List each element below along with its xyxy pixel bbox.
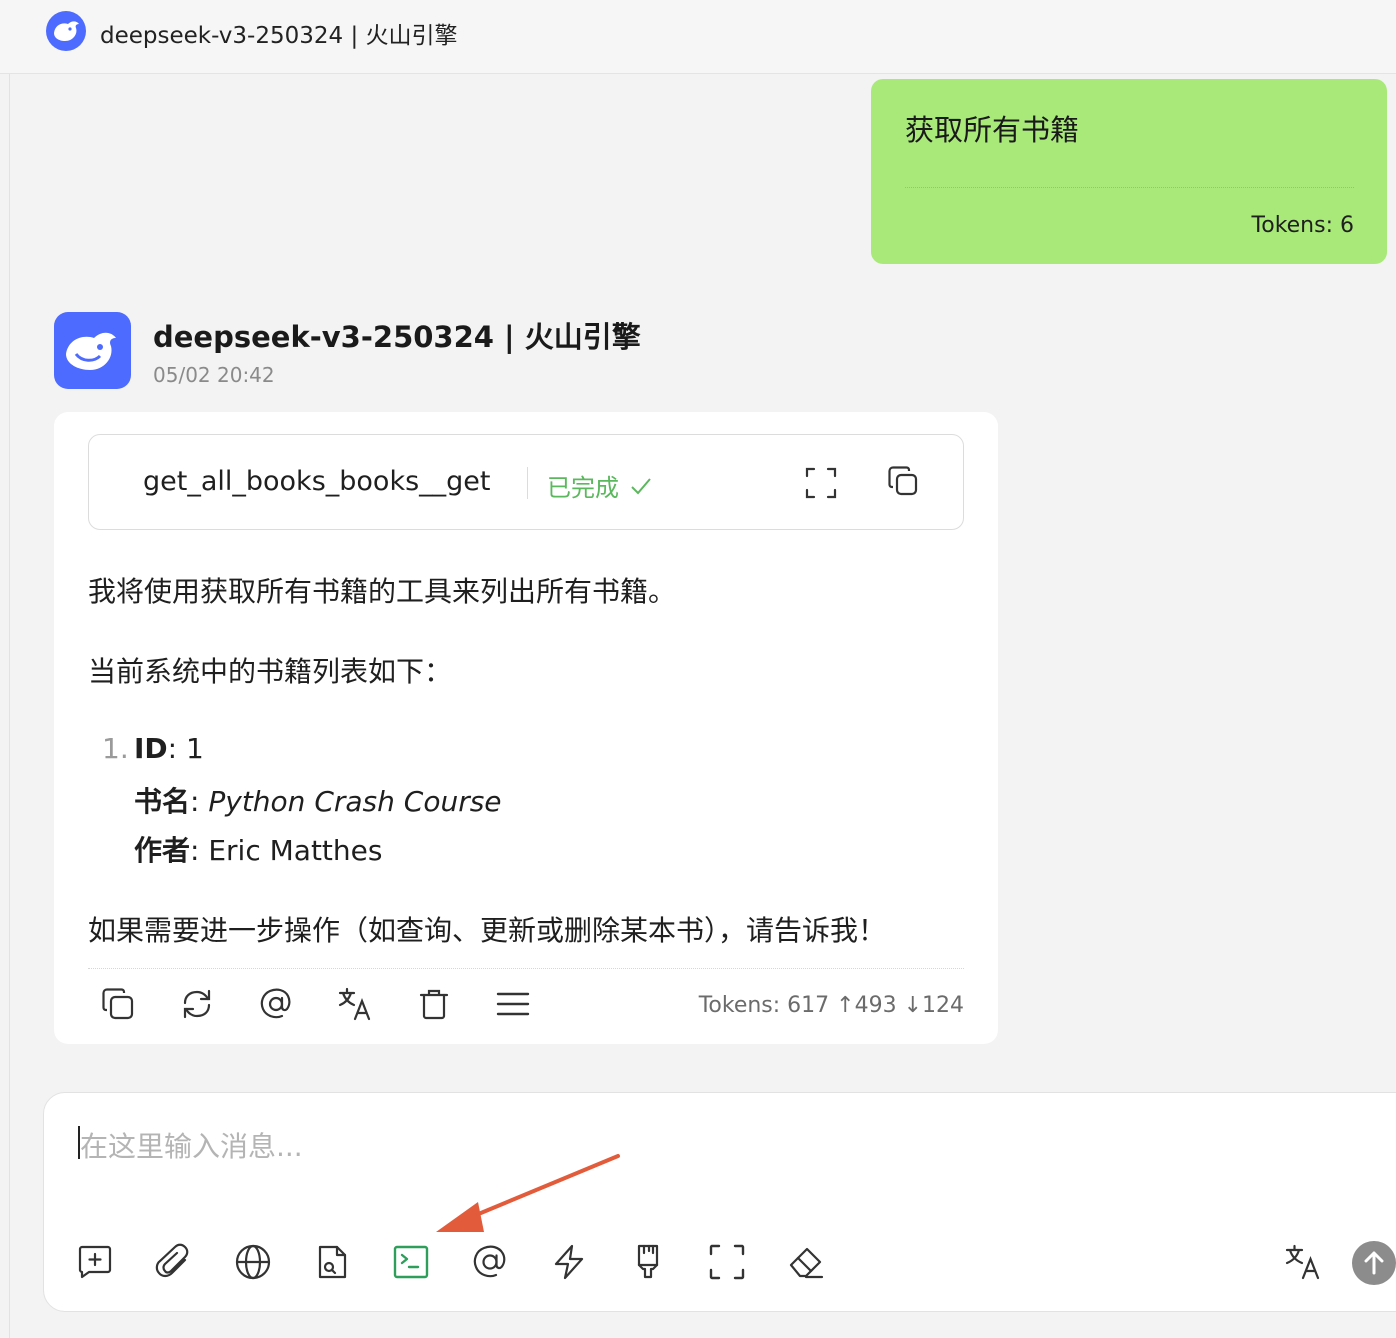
tool-call-name: get_all_books_books__get bbox=[143, 466, 491, 497]
message-footer-divider bbox=[88, 968, 964, 969]
copy-icon[interactable] bbox=[887, 465, 919, 497]
send-button[interactable] bbox=[1352, 1241, 1396, 1285]
tool-call-status-label: 已完成 bbox=[547, 474, 619, 502]
web-search-icon[interactable] bbox=[234, 1243, 272, 1281]
attachment-icon[interactable] bbox=[155, 1243, 193, 1281]
tool-call-block[interactable]: get_all_books_books__get 已完成 bbox=[88, 434, 964, 530]
expand-icon[interactable] bbox=[708, 1243, 746, 1281]
tool-call-divider bbox=[527, 467, 528, 499]
expand-icon[interactable] bbox=[805, 467, 837, 499]
tool-call-status: 已完成 bbox=[547, 468, 653, 503]
book-author-value: : Eric Matthes bbox=[190, 834, 383, 867]
user-message-bubble: 获取所有书籍 Tokens: 6 bbox=[871, 79, 1387, 264]
menu-icon[interactable] bbox=[495, 986, 531, 1022]
eraser-icon[interactable] bbox=[787, 1243, 825, 1281]
regenerate-icon[interactable] bbox=[179, 986, 215, 1022]
assistant-avatar[interactable] bbox=[54, 312, 131, 389]
book-title-line: 书名: Python Crash Course bbox=[134, 785, 502, 818]
arrow-up-icon bbox=[1364, 1251, 1384, 1275]
book-author-line: 作者: Eric Matthes bbox=[134, 829, 382, 869]
copy-icon[interactable] bbox=[100, 986, 136, 1022]
deepseek-logo-icon bbox=[46, 11, 86, 51]
mention-icon[interactable] bbox=[258, 986, 294, 1022]
delete-icon[interactable] bbox=[416, 986, 452, 1022]
book-id-value: : 1 bbox=[167, 732, 204, 765]
assistant-message-card: get_all_books_books__get 已完成 我将使用获取所有书籍的… bbox=[54, 412, 998, 1044]
user-message-text: 获取所有书籍 bbox=[905, 113, 1080, 147]
new-topic-icon[interactable] bbox=[76, 1243, 114, 1281]
assistant-name: deepseek-v3-250324 | 火山引擎 bbox=[153, 320, 641, 354]
assistant-message-tokens: Tokens: 617 ↑493 ↓124 bbox=[698, 993, 964, 1018]
user-message-tokens: Tokens: 6 bbox=[1251, 213, 1354, 238]
list-item-number: 1. bbox=[102, 732, 129, 765]
assistant-timestamp: 05/02 20:42 bbox=[153, 363, 275, 387]
assistant-outro-text: 如果需要进一步操作（如查询、更新或删除某本书），请告诉我！ bbox=[88, 914, 887, 947]
sidebar-divider bbox=[9, 74, 10, 1338]
check-icon bbox=[629, 474, 653, 498]
translate-icon[interactable] bbox=[1284, 1243, 1322, 1281]
book-id-label: ID bbox=[134, 732, 168, 765]
message-actions bbox=[100, 986, 531, 1022]
assistant-list-intro: 当前系统中的书籍列表如下： bbox=[88, 655, 453, 688]
book-title-value: Python Crash Course bbox=[208, 785, 502, 818]
message-composer[interactable]: 在这里输入消息... bbox=[43, 1092, 1396, 1312]
message-input-placeholder[interactable]: 在这里输入消息... bbox=[80, 1125, 303, 1165]
book-title-label: 书名 bbox=[134, 785, 191, 818]
assistant-intro-text: 我将使用获取所有书籍的工具来列出所有书籍。 bbox=[88, 575, 677, 608]
book-author-label: 作者 bbox=[134, 834, 191, 867]
translate-icon[interactable] bbox=[337, 986, 373, 1022]
user-message-divider bbox=[905, 187, 1354, 188]
book-id-line: ID: 1 bbox=[134, 732, 204, 765]
window-title: deepseek-v3-250324 | 火山引擎 bbox=[100, 23, 458, 49]
annotation-arrow-icon bbox=[400, 1140, 630, 1250]
knowledge-base-icon[interactable] bbox=[313, 1243, 351, 1281]
clear-style-icon[interactable] bbox=[629, 1243, 667, 1281]
top-bar: deepseek-v3-250324 | 火山引擎 bbox=[0, 0, 1396, 74]
